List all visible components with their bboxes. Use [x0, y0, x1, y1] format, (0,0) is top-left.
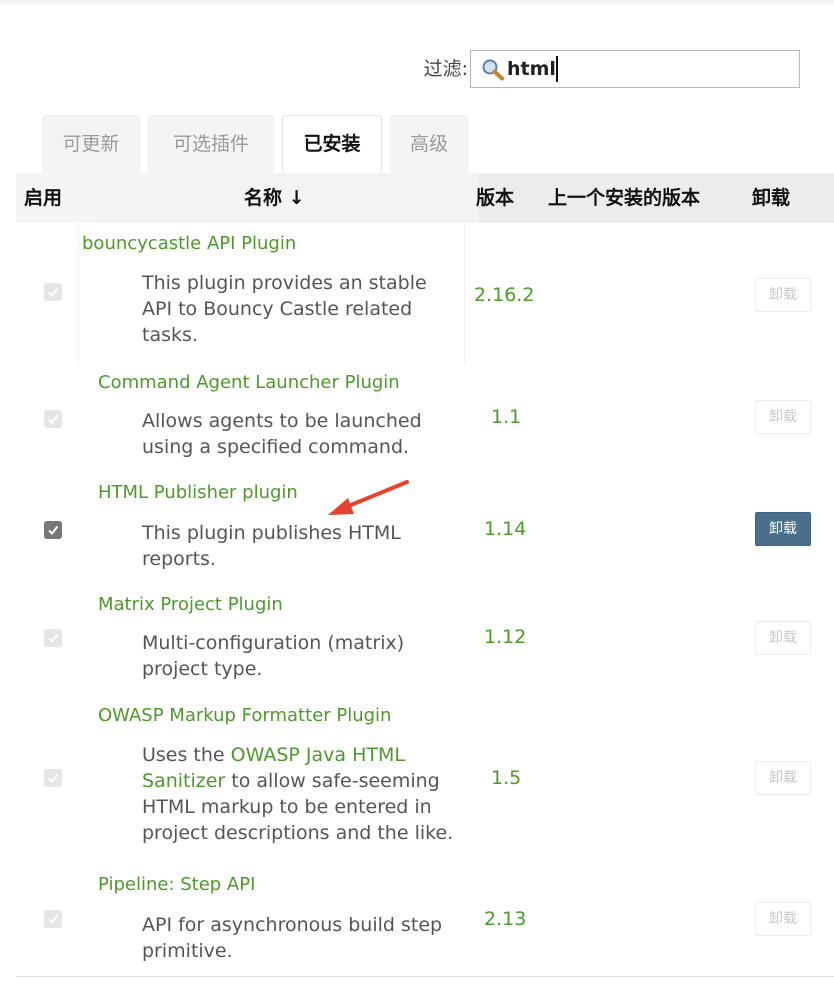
text-caret: [556, 56, 558, 82]
plugin-description: Multi-configuration (matrix) project typ…: [142, 632, 405, 680]
uninstall-button[interactable]: 卸载: [755, 761, 811, 795]
plugin-version-link[interactable]: 1.1: [491, 406, 521, 428]
description-text: Uses the: [142, 744, 231, 766]
uninstall-button[interactable]: 卸载: [755, 512, 811, 546]
plugin-description: Allows agents to be launched using a spe…: [142, 410, 422, 458]
plugin-name-link[interactable]: Command Agent Launcher Plugin: [98, 372, 400, 393]
header-name-sort[interactable]: 名称 ↓: [244, 173, 305, 223]
plugin-version-link[interactable]: 1.14: [484, 518, 526, 540]
tab-advanced[interactable]: 高级: [390, 115, 468, 173]
table-header: 启用 名称 ↓ 版本 上一个安装的版本 卸载: [16, 173, 834, 223]
header-previous-version[interactable]: 上一个安装的版本: [548, 173, 700, 223]
tab-installed[interactable]: 已安装: [282, 115, 382, 173]
uninstall-button[interactable]: 卸载: [755, 400, 811, 434]
tab-updates[interactable]: 可更新: [42, 115, 140, 173]
enable-checkbox[interactable]: [44, 769, 62, 787]
enable-checkbox[interactable]: [44, 910, 62, 928]
plugin-name-link[interactable]: bouncycastle API Plugin: [82, 233, 296, 254]
filter-input[interactable]: [507, 54, 787, 84]
filter-field[interactable]: [470, 50, 800, 88]
plugin-version-link[interactable]: 2.13: [484, 908, 526, 930]
enable-checkbox[interactable]: [44, 521, 62, 539]
table-bottom-border: [16, 976, 834, 977]
plugin-description: This plugin publishes HTML reports.: [142, 522, 401, 570]
plugin-description: Uses the OWASP Java HTML Sanitizer to al…: [142, 742, 460, 846]
uninstall-button[interactable]: 卸载: [755, 621, 811, 655]
header-version[interactable]: 版本: [476, 173, 514, 223]
plugin-manager-page: 过滤: 可更新 可选插件 已安装 高级 启用 名称 ↓ 版本 上一个安装的版本 …: [0, 0, 834, 988]
plugin-description: This plugin provides an stable API to Bo…: [142, 272, 427, 346]
uninstall-button[interactable]: 卸载: [755, 278, 811, 312]
top-shadow: [0, 0, 834, 6]
plugin-name-link[interactable]: Pipeline: Step API: [98, 874, 255, 895]
uninstall-button[interactable]: 卸载: [755, 902, 811, 936]
header-uninstall: 卸载: [752, 187, 791, 209]
plugin-version-link[interactable]: 1.5: [491, 767, 521, 789]
plugin-name-link[interactable]: Matrix Project Plugin: [98, 594, 283, 615]
plugin-description: API for asynchronous build step primitiv…: [142, 914, 443, 962]
enable-checkbox[interactable]: [44, 283, 62, 301]
plugin-version-link[interactable]: 1.12: [484, 626, 526, 648]
enable-checkbox[interactable]: [44, 410, 62, 428]
plugin-name-link[interactable]: OWASP Markup Formatter Plugin: [98, 705, 391, 726]
plugin-version-link[interactable]: 2.16.2: [474, 284, 534, 306]
tab-available[interactable]: 可选插件: [148, 115, 274, 173]
enable-checkbox[interactable]: [44, 629, 62, 647]
plugin-name-link[interactable]: HTML Publisher plugin: [98, 482, 298, 503]
header-enabled: 启用: [24, 187, 63, 209]
filter-label: 过滤:: [423, 58, 468, 80]
magnifier-icon: [481, 59, 505, 81]
